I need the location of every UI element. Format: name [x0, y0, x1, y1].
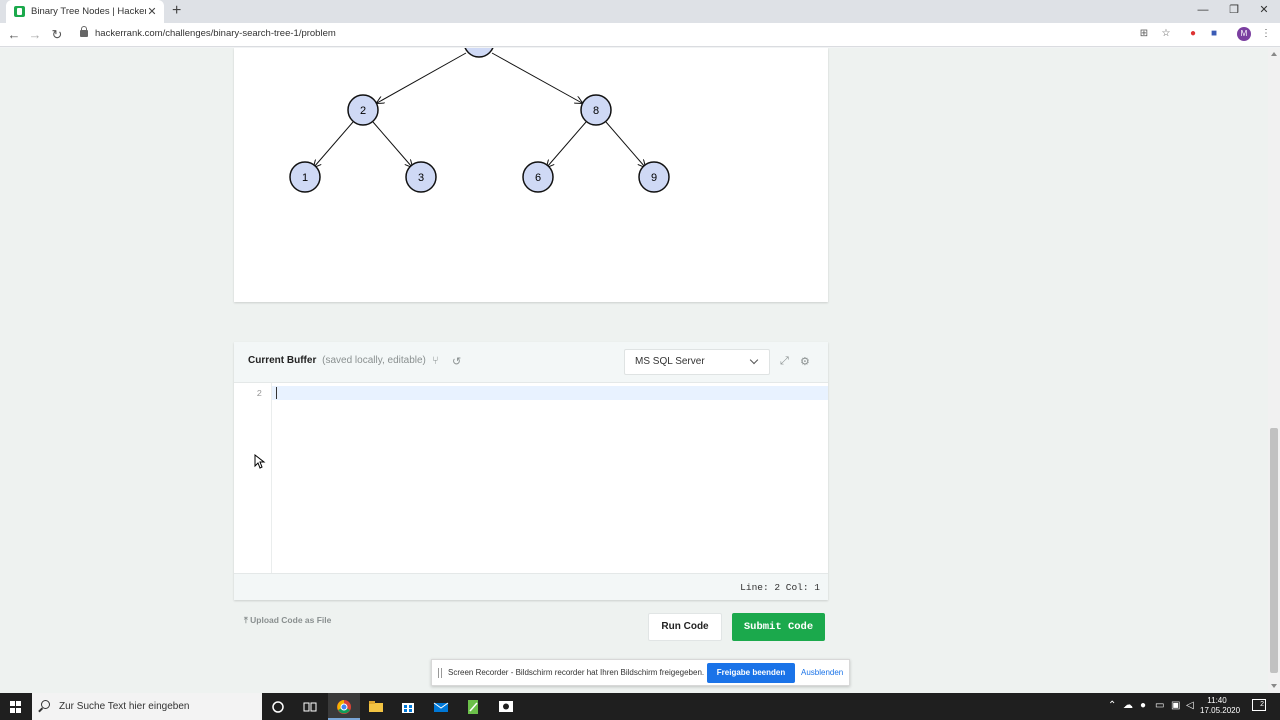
forward-icon[interactable]: →: [27, 26, 43, 44]
scroll-up-icon[interactable]: [1271, 52, 1277, 56]
line-gutter: 2: [234, 383, 272, 573]
address-bar[interactable]: hackerrank.com/challenges/binary-search-…: [95, 28, 336, 39]
run-code-button[interactable]: Run Code: [648, 613, 722, 641]
battery-icon[interactable]: ▭: [1155, 700, 1164, 711]
svg-text:8: 8: [593, 105, 599, 117]
extension-icon[interactable]: ●: [1187, 28, 1199, 40]
code-editor: Current Buffer (saved locally, editable)…: [234, 342, 828, 600]
tab-title: Binary Tree Nodes | HackerRank: [31, 6, 146, 17]
cortana-icon[interactable]: [268, 697, 288, 717]
line-number: 2: [256, 389, 262, 399]
tab-close-icon[interactable]: ✕: [146, 5, 158, 18]
submit-code-button[interactable]: Submit Code: [732, 613, 825, 641]
code-input-area[interactable]: [272, 386, 828, 400]
editor-status-bar: Line: 2 Col: 1: [234, 573, 828, 600]
notification-center-icon[interactable]: 2: [1252, 699, 1266, 711]
tree-node-8: 8: [580, 94, 612, 126]
editor-subtitle: (saved locally, editable): [322, 355, 426, 366]
clock-time: 11:40: [1207, 696, 1227, 705]
scrollbar-thumb[interactable]: [1270, 428, 1278, 673]
chevron-down-icon: [749, 355, 759, 365]
search-icon: [41, 700, 50, 709]
windows-taskbar: Zur Suche Text hier eingeben ⌃ ☁ ● ▭ ▣ ◁…: [0, 693, 1280, 720]
page-scrollbar[interactable]: [1268, 48, 1280, 693]
file-explorer-icon[interactable]: [366, 697, 386, 717]
stop-sharing-button[interactable]: Freigabe beenden: [707, 663, 795, 683]
task-view-icon[interactable]: [300, 697, 320, 717]
editor-header: Current Buffer (saved locally, editable)…: [234, 342, 828, 383]
tree-edge: [605, 121, 645, 167]
windows-start-icon[interactable]: [10, 701, 22, 713]
store-icon[interactable]: [398, 697, 418, 717]
branch-icon[interactable]: ⑂: [432, 355, 439, 367]
tree-node-3: 3: [405, 161, 437, 193]
svg-text:3: 3: [418, 172, 424, 184]
tree-node-2: 2: [347, 94, 379, 126]
screen-recorder-bar: Screen Recorder - Bildschirm recorder ha…: [431, 659, 850, 686]
svg-text:9: 9: [651, 172, 657, 184]
drag-handle-icon[interactable]: [438, 668, 442, 678]
window-close-button[interactable]: ✕: [1249, 0, 1279, 20]
tree-node-6: 6: [522, 161, 554, 193]
page-content: 2 8 1 3 6 9 Current Buffer (saved locall…: [0, 48, 1268, 693]
tree-edge: [491, 52, 582, 103]
tree-node-1: 1: [289, 161, 321, 193]
taskbar-clock[interactable]: 11:40 17.05.2020: [1200, 696, 1241, 716]
lock-icon: [80, 26, 88, 37]
minimize-button[interactable]: —: [1188, 0, 1218, 20]
editor-title: Current Buffer (saved locally, editable): [248, 355, 426, 366]
network-icon[interactable]: ▣: [1171, 700, 1180, 711]
history-icon[interactable]: ↺: [452, 355, 461, 368]
menu-kebab-icon[interactable]: ⋮: [1260, 28, 1272, 40]
svg-text:1: 1: [302, 172, 308, 184]
editor-title-label: Current Buffer: [248, 355, 317, 366]
mail-icon[interactable]: [431, 697, 451, 717]
onedrive-icon[interactable]: ☁: [1123, 700, 1133, 711]
fullscreen-icon[interactable]: ⤢: [780, 355, 789, 368]
svg-text:6: 6: [535, 172, 541, 184]
tree-edge: [314, 121, 354, 167]
volume-icon[interactable]: ◁: [1186, 700, 1194, 711]
reload-icon[interactable]: ↻: [49, 26, 65, 44]
upload-code-link[interactable]: ⤒ Upload Code as File: [244, 615, 331, 626]
screen-recorder-icon[interactable]: [496, 697, 516, 717]
clock-date: 17.05.2020: [1200, 706, 1241, 715]
profile-avatar[interactable]: M: [1237, 27, 1251, 41]
language-select-value: MS SQL Server: [635, 356, 705, 367]
scroll-down-icon[interactable]: [1271, 684, 1277, 688]
language-select[interactable]: MS SQL Server: [624, 349, 770, 375]
notepad-icon[interactable]: [463, 697, 483, 717]
restore-button[interactable]: ❐: [1219, 0, 1249, 20]
taskbar-search-placeholder: Zur Suche Text hier eingeben: [59, 701, 190, 712]
tree-edge: [547, 121, 587, 167]
recorder-message: Screen Recorder - Bildschirm recorder ha…: [448, 668, 705, 677]
tree-edge: [377, 52, 467, 103]
tree-node-9: 9: [638, 161, 670, 193]
hackerrank-favicon-icon: [14, 6, 25, 17]
binary-tree-diagram: 2 8 1 3 6 9: [289, 48, 670, 193]
browser-toolbar: ← → ↻ hackerrank.com/challenges/binary-s…: [0, 23, 1280, 47]
tree-edge: [372, 121, 412, 167]
cursor-position: Line: 2 Col: 1: [740, 582, 820, 593]
svg-text:2: 2: [360, 105, 366, 117]
extension-shield-icon[interactable]: ■: [1208, 28, 1220, 40]
hide-button[interactable]: Ausblenden: [801, 668, 843, 677]
back-icon[interactable]: ←: [6, 26, 22, 44]
microphone-icon[interactable]: ●: [1140, 700, 1146, 711]
translate-icon[interactable]: ⊞: [1138, 28, 1150, 40]
bookmark-star-icon[interactable]: ☆: [1160, 28, 1172, 40]
tree-node-root: [464, 48, 494, 58]
tray-chevron-icon[interactable]: ⌃: [1108, 700, 1116, 711]
notification-count: 2: [1260, 701, 1264, 708]
text-cursor: [276, 387, 277, 399]
new-tab-button[interactable]: +: [172, 2, 181, 20]
browser-tab[interactable]: Binary Tree Nodes | HackerRank ✕: [6, 0, 164, 23]
mouse-cursor-icon: [254, 454, 266, 469]
taskbar-search[interactable]: Zur Suche Text hier eingeben: [32, 693, 262, 720]
problem-panel: 2 8 1 3 6 9: [234, 48, 828, 302]
upload-label: Upload Code as File: [250, 615, 332, 625]
chrome-icon[interactable]: [334, 697, 354, 717]
gear-icon[interactable]: ⚙: [800, 355, 810, 368]
browser-tab-strip: Binary Tree Nodes | HackerRank ✕ + — ❐ ✕: [0, 0, 1280, 23]
